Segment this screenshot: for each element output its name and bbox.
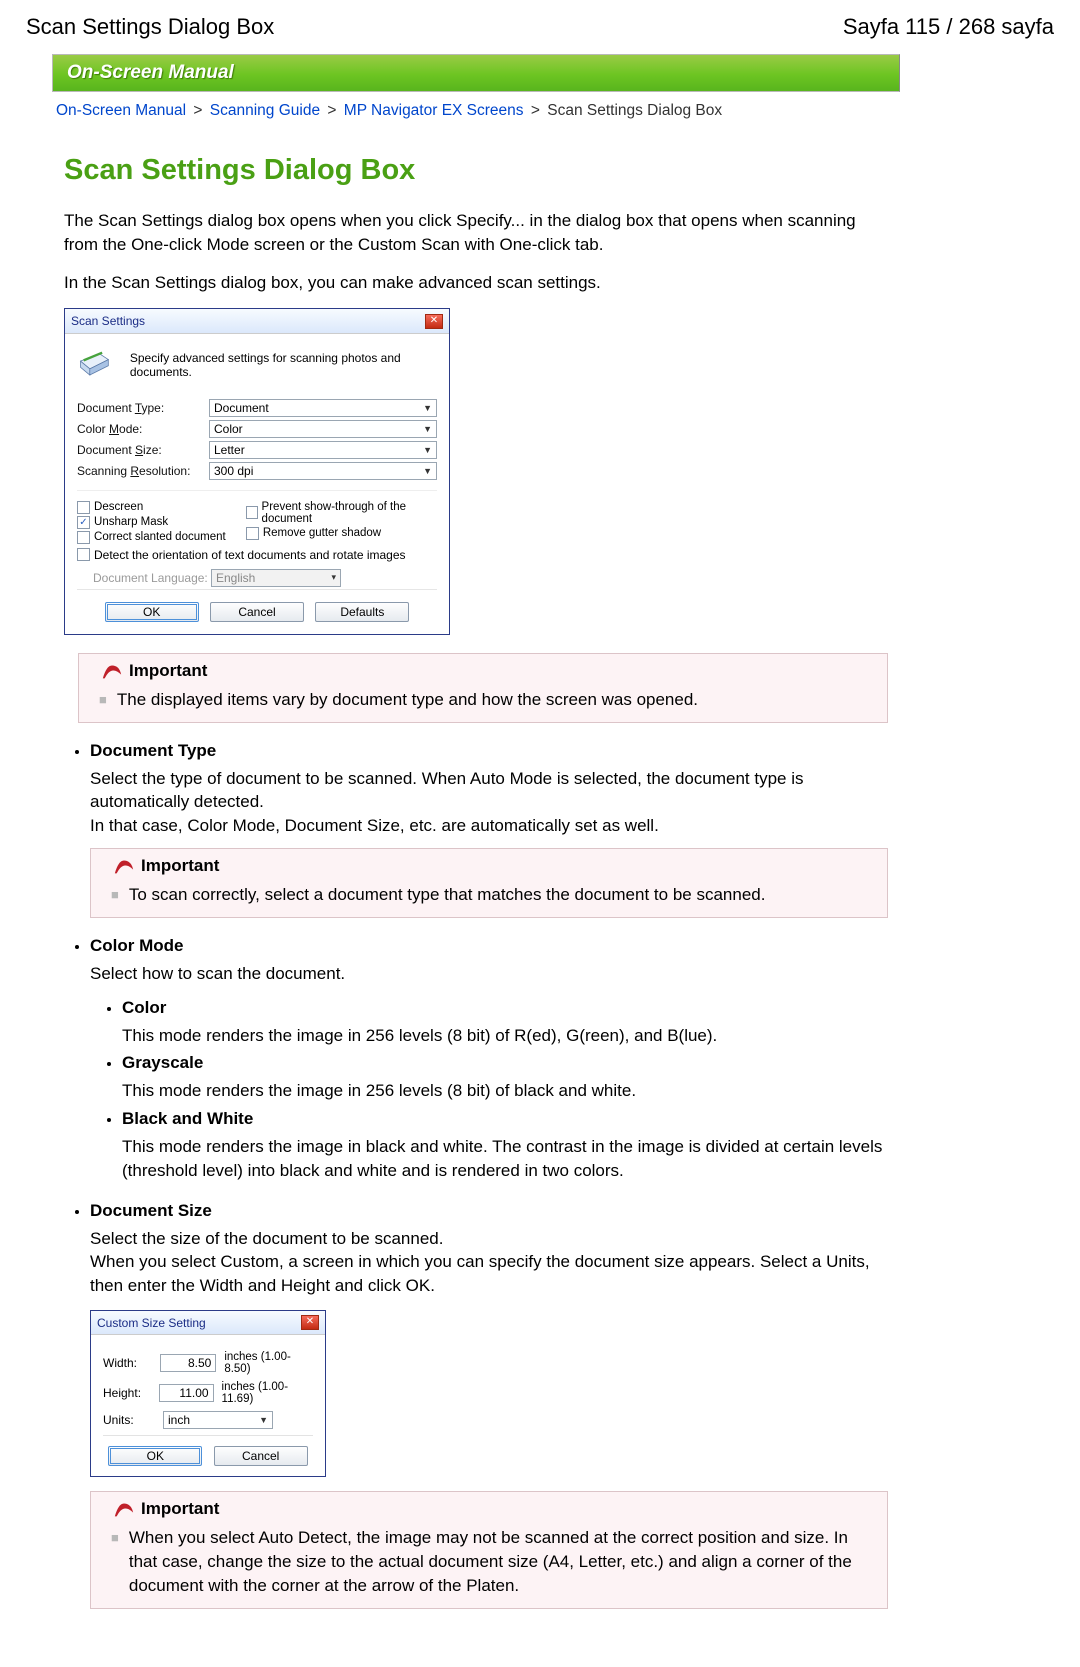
label-scan-resolution: Scanning Resolution: xyxy=(77,464,209,478)
ok-button[interactable]: OK xyxy=(105,602,199,622)
header-right: Sayfa 115 / 268 sayfa xyxy=(843,14,1054,40)
breadcrumb-sep: > xyxy=(190,102,205,119)
important-heading: Important xyxy=(141,1499,219,1519)
label-document-size: Document Size: xyxy=(77,443,209,457)
input-height[interactable]: 11.00 xyxy=(159,1384,214,1402)
important-note-2: Important ■ To scan correctly, select a d… xyxy=(90,848,888,918)
important-icon xyxy=(101,660,123,682)
page-title: Scan Settings Dialog Box xyxy=(64,154,888,187)
window-buttons: ✕ xyxy=(425,313,443,328)
custom-dialog-title: Custom Size Setting xyxy=(97,1316,206,1330)
label-correct-slanted: Correct slanted document xyxy=(94,531,226,543)
important-icon xyxy=(113,855,135,877)
label-descreen: Descreen xyxy=(94,501,143,513)
checkbox-descreen[interactable] xyxy=(77,501,90,514)
breadcrumb-sep: > xyxy=(324,102,339,119)
note-text: The displayed items vary by document typ… xyxy=(117,688,698,712)
select-document-type[interactable]: Document▼ xyxy=(209,399,437,417)
bullet-icon: ■ xyxy=(99,688,107,712)
cancel-button[interactable]: Cancel xyxy=(214,1446,308,1466)
select-document-language: English▾ xyxy=(211,569,341,587)
topic-color-mode-title: Color Mode xyxy=(90,936,888,956)
checkbox-prevent-showthrough[interactable] xyxy=(246,506,258,519)
label-prevent-showthrough: Prevent show-through of the document xyxy=(262,501,437,525)
subtopic-bw-body: This mode renders the image in black and… xyxy=(122,1129,888,1189)
subtopic-grayscale-body: This mode renders the image in 256 level… xyxy=(122,1073,888,1109)
scanner-icon xyxy=(79,350,110,380)
chevron-down-icon: ▾ xyxy=(331,572,336,583)
label-height: Height: xyxy=(103,1386,159,1400)
banner-title: On-Screen Manual xyxy=(52,54,900,92)
label-remove-gutter: Remove gutter shadow xyxy=(263,527,381,539)
important-note-3: Important ■When you select Auto Detect, … xyxy=(90,1491,888,1608)
breadcrumb-link-1[interactable]: Scanning Guide xyxy=(210,102,320,119)
breadcrumb: On-Screen Manual > Scanning Guide > MP N… xyxy=(52,92,900,124)
intro-paragraph-2: In the Scan Settings dialog box, you can… xyxy=(64,271,888,295)
intro-paragraph-1: The Scan Settings dialog box opens when … xyxy=(64,209,888,257)
ok-button[interactable]: OK xyxy=(108,1446,202,1466)
label-document-type: Document Type: xyxy=(77,401,209,415)
label-document-language: Document Language: xyxy=(93,571,211,585)
checkbox-unsharp-mask[interactable]: ✓ xyxy=(77,516,90,529)
range-width: inches (1.00-8.50) xyxy=(224,1351,313,1375)
dialog-subtitle: Specify advanced settings for scanning p… xyxy=(130,351,435,379)
subtopic-bw-title: Black and White xyxy=(122,1109,888,1129)
note-text: To scan correctly, select a document typ… xyxy=(129,883,766,907)
important-heading: Important xyxy=(141,856,219,876)
topic-document-type-title: Document Type xyxy=(90,741,888,761)
important-heading: Important xyxy=(129,661,207,681)
chevron-down-icon: ▼ xyxy=(423,466,432,476)
subtopic-color-title: Color xyxy=(122,998,888,1018)
chevron-down-icon: ▼ xyxy=(259,1415,268,1425)
important-note-1: Important ■ The displayed items vary by d… xyxy=(78,653,888,723)
topic-document-size-body: Select the size of the document to be sc… xyxy=(90,1221,888,1304)
bullet-icon: ■ xyxy=(111,883,119,907)
close-icon[interactable]: ✕ xyxy=(425,314,443,329)
topic-document-size-title: Document Size xyxy=(90,1201,888,1221)
chevron-down-icon: ▼ xyxy=(423,424,432,434)
label-color-mode: Color Mode: xyxy=(77,422,209,436)
label-unsharp-mask: Unsharp Mask xyxy=(94,516,168,528)
checkbox-detect-orientation[interactable] xyxy=(77,548,90,561)
range-height: inches (1.00-11.69) xyxy=(222,1381,313,1405)
checkbox-correct-slanted[interactable] xyxy=(77,531,90,544)
chevron-down-icon: ▼ xyxy=(423,445,432,455)
defaults-button[interactable]: Defaults xyxy=(315,602,409,622)
window-buttons: ✕ xyxy=(301,1315,319,1330)
breadcrumb-sep: > xyxy=(528,102,543,119)
select-scan-resolution[interactable]: 300 dpi▼ xyxy=(209,462,437,480)
note-text: When you select Auto Detect, the image m… xyxy=(129,1526,877,1597)
header-left: Scan Settings Dialog Box xyxy=(26,14,274,40)
select-units[interactable]: inch▼ xyxy=(163,1411,273,1429)
bullet-icon: ■ xyxy=(111,1526,119,1597)
breadcrumb-link-2[interactable]: MP Navigator EX Screens xyxy=(344,102,524,119)
checkbox-remove-gutter[interactable] xyxy=(246,527,259,540)
page-header: Scan Settings Dialog Box Sayfa 115 / 268… xyxy=(20,10,1060,54)
close-icon[interactable]: ✕ xyxy=(301,1315,319,1330)
select-color-mode[interactable]: Color▼ xyxy=(209,420,437,438)
breadcrumb-current: Scan Settings Dialog Box xyxy=(547,102,722,119)
chevron-down-icon: ▼ xyxy=(423,403,432,413)
custom-size-dialog: Custom Size Setting ✕ Width: 8.50 inches… xyxy=(90,1310,326,1477)
label-width: Width: xyxy=(103,1356,160,1370)
label-detect-orientation: Detect the orientation of text documents… xyxy=(94,548,406,562)
label-units: Units: xyxy=(103,1413,163,1427)
dialog-title: Scan Settings xyxy=(71,314,145,328)
select-document-size[interactable]: Letter▼ xyxy=(209,441,437,459)
cancel-button[interactable]: Cancel xyxy=(210,602,304,622)
important-icon xyxy=(113,1498,135,1520)
topic-color-mode-body: Select how to scan the document. xyxy=(90,956,888,992)
breadcrumb-link-0[interactable]: On-Screen Manual xyxy=(56,102,186,119)
input-width[interactable]: 8.50 xyxy=(160,1354,216,1372)
topic-document-type-body: Select the type of document to be scanne… xyxy=(90,761,888,844)
scan-settings-dialog: Scan Settings ✕ Specify advanced setting… xyxy=(64,308,450,634)
subtopic-grayscale-title: Grayscale xyxy=(122,1053,888,1073)
subtopic-color-body: This mode renders the image in 256 level… xyxy=(122,1018,888,1054)
